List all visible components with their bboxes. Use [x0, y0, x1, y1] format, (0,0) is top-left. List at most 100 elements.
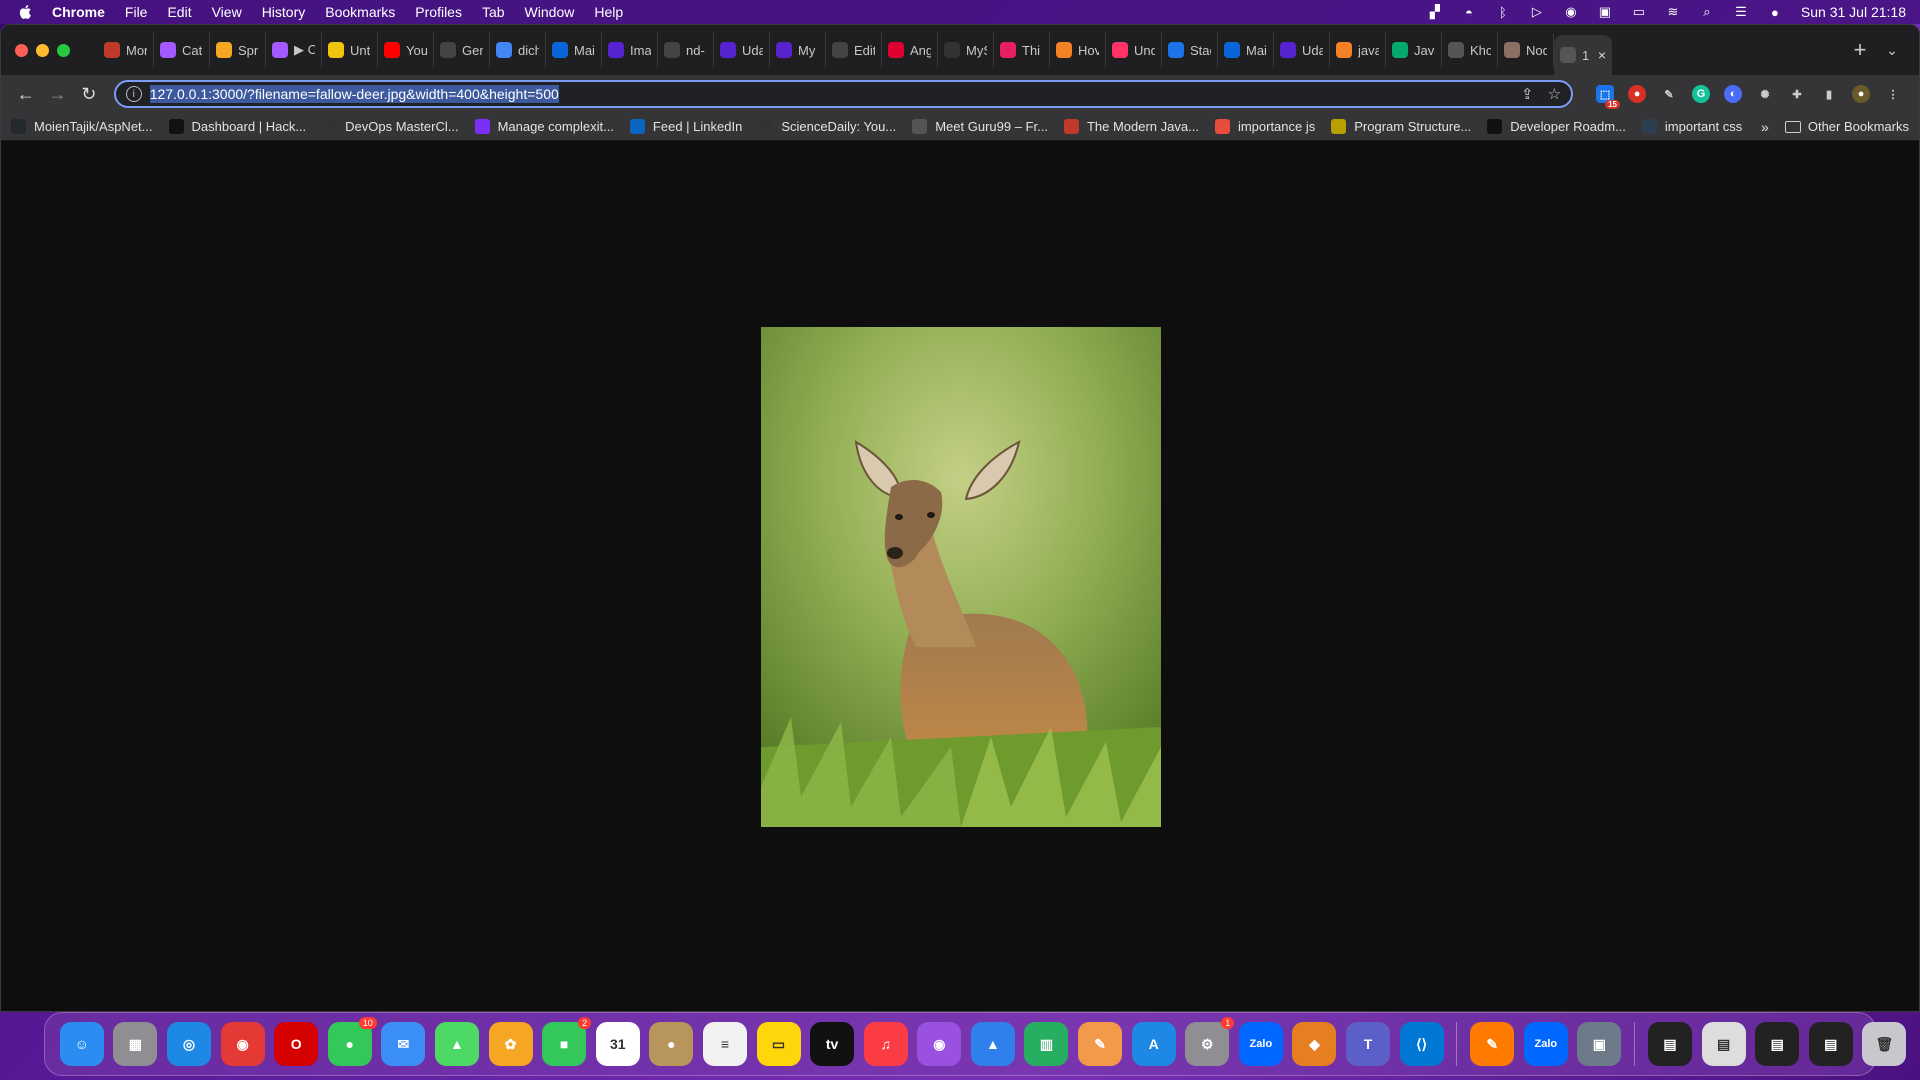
- bookmark-item[interactable]: Developer Roadm...: [1487, 119, 1626, 134]
- dock-window-thumb-4-icon[interactable]: ▤: [1808, 1022, 1853, 1066]
- menu-file[interactable]: File: [125, 4, 148, 20]
- dock-appstore-icon[interactable]: A: [1131, 1022, 1176, 1066]
- dock-calendar-icon[interactable]: 31: [595, 1022, 640, 1066]
- close-window-button[interactable]: [15, 43, 28, 57]
- tab[interactable]: You: [378, 33, 434, 67]
- dock-maps-icon[interactable]: ▲: [434, 1022, 479, 1066]
- wifi-icon[interactable]: ≋: [1665, 4, 1681, 19]
- dock-facetime-icon[interactable]: ■ 2: [542, 1017, 592, 1066]
- menu-profiles[interactable]: Profiles: [415, 4, 462, 20]
- menu-history[interactable]: History: [262, 4, 306, 20]
- dock-zalo-2-icon[interactable]: Zalo: [1523, 1022, 1568, 1066]
- tab[interactable]: Mon: [98, 33, 154, 67]
- bluetooth-icon[interactable]: ᛒ: [1495, 5, 1511, 20]
- tab[interactable]: Mai: [1218, 33, 1274, 67]
- spotlight-search-icon[interactable]: ⌕: [1699, 4, 1715, 19]
- dock-photos-icon[interactable]: ✿: [488, 1022, 533, 1066]
- bookmarks-overflow-button[interactable]: »: [1761, 119, 1769, 135]
- pen-extension-icon[interactable]: ✎: [1660, 85, 1678, 103]
- menu-tab[interactable]: Tab: [482, 4, 505, 20]
- tab[interactable]: MyS: [938, 33, 994, 67]
- bookmark-item[interactable]: Program Structure...: [1331, 119, 1471, 134]
- battery-icon[interactable]: ▭: [1631, 4, 1647, 19]
- back-button[interactable]: ←: [11, 79, 41, 109]
- status-icon-1[interactable]: ▞: [1427, 4, 1443, 19]
- site-info-icon[interactable]: i: [125, 86, 142, 102]
- status-icon-2[interactable]: ◓: [1461, 5, 1477, 20]
- tab[interactable]: Spri: [210, 33, 266, 67]
- tab[interactable]: Kho: [1442, 33, 1498, 67]
- dock-teams-icon[interactable]: T: [1346, 1022, 1391, 1066]
- dock-music-icon[interactable]: ♫: [863, 1022, 908, 1066]
- control-center-icon[interactable]: ☰: [1733, 4, 1749, 19]
- other-bookmarks-folder[interactable]: Other Bookmarks: [1784, 119, 1909, 134]
- tab[interactable]: java: [1330, 33, 1386, 67]
- tab-close-icon[interactable]: ×: [1598, 47, 1606, 63]
- dock-safari-icon[interactable]: ◎: [166, 1022, 211, 1066]
- tab[interactable]: Und: [1106, 33, 1162, 67]
- minimize-window-button[interactable]: [36, 43, 49, 57]
- dock-podcasts-icon[interactable]: ◉: [917, 1022, 962, 1066]
- play-icon[interactable]: ▷: [1529, 4, 1545, 19]
- grammarly-icon[interactable]: G: [1692, 85, 1711, 103]
- zoom-window-button[interactable]: [57, 43, 70, 57]
- dock-reminders-icon[interactable]: ≡: [702, 1022, 747, 1066]
- address-bar-url[interactable]: 127.0.0.1:3000/?filename=fallow-deer.jpg…: [149, 85, 559, 103]
- dock-keynote-icon[interactable]: ▲: [970, 1022, 1015, 1066]
- menu-clock[interactable]: Sun 31 Jul 21:18: [1801, 4, 1906, 20]
- tab[interactable]: Unt: [322, 33, 378, 67]
- dock-opera-icon[interactable]: O: [274, 1022, 319, 1066]
- tab[interactable]: ▶ C: [266, 33, 322, 67]
- bookmark-item[interactable]: Dashboard | Hack...: [168, 119, 306, 134]
- dock-system-preferences-icon[interactable]: ⚙ 1: [1185, 1017, 1235, 1066]
- menu-view[interactable]: View: [212, 4, 242, 20]
- browser-menu-icon[interactable]: ⋮: [1884, 85, 1902, 103]
- bookmark-item[interactable]: Feed | LinkedIn: [629, 119, 742, 134]
- bookmark-item[interactable]: importance js: [1214, 119, 1315, 134]
- tab-active[interactable]: 1 ×: [1554, 35, 1612, 75]
- profile-avatar[interactable]: ●: [1852, 85, 1871, 103]
- tab[interactable]: Ima: [602, 33, 658, 67]
- address-bar[interactable]: i 127.0.0.1:3000/?filename=fallow-deer.j…: [113, 80, 1574, 108]
- extension-icon-2[interactable]: ●: [1628, 85, 1647, 103]
- tab[interactable]: Gen: [434, 33, 490, 67]
- dock-contacts-icon[interactable]: ●: [649, 1022, 694, 1066]
- tab[interactable]: Ang: [882, 33, 938, 67]
- tab[interactable]: Nod: [1498, 33, 1554, 67]
- dock-vscode-icon[interactable]: ⟨⟩: [1399, 1022, 1444, 1066]
- dock-notes-icon[interactable]: ▭: [756, 1022, 801, 1066]
- dock-zalo-icon[interactable]: Zalo: [1238, 1022, 1283, 1066]
- record-icon[interactable]: ◉: [1563, 4, 1579, 19]
- tab[interactable]: nd-: [658, 33, 714, 67]
- apple-logo-icon[interactable]: [18, 4, 32, 20]
- bookmark-item[interactable]: important css: [1641, 119, 1742, 134]
- bookmark-star-icon[interactable]: ☆: [1548, 85, 1561, 103]
- dock-trash-icon[interactable]: 🗑: [1862, 1022, 1907, 1066]
- menu-bookmarks[interactable]: Bookmarks: [325, 4, 395, 20]
- tab[interactable]: Cat: [154, 33, 210, 67]
- siri-icon[interactable]: ●: [1767, 5, 1783, 20]
- tab[interactable]: Hov: [1050, 33, 1106, 67]
- menu-window[interactable]: Window: [525, 4, 575, 20]
- dock-appletv-icon[interactable]: tv: [810, 1022, 855, 1066]
- dock-numbers-icon[interactable]: ▥: [1024, 1022, 1069, 1066]
- dock-mail-icon[interactable]: ✉: [381, 1022, 426, 1066]
- bookmark-item[interactable]: Meet Guru99 – Fr...: [912, 119, 1048, 134]
- tab[interactable]: Stac: [1162, 33, 1218, 67]
- tab-search-chevron-icon[interactable]: ⌄: [1877, 35, 1907, 65]
- tab[interactable]: Java: [1386, 33, 1442, 67]
- menu-app-name[interactable]: Chrome: [52, 4, 105, 20]
- extension-icon-1[interactable]: ⬚ 15: [1596, 85, 1621, 109]
- tab[interactable]: Uda: [1274, 33, 1330, 67]
- menu-edit[interactable]: Edit: [167, 4, 191, 20]
- extension-icon-5[interactable]: ◐: [1724, 85, 1743, 103]
- bookmark-item[interactable]: Manage complexit...: [474, 119, 614, 134]
- new-tab-button[interactable]: +: [1843, 33, 1877, 67]
- dock-messages-icon[interactable]: ● 10: [327, 1017, 377, 1066]
- dock-window-thumb-2-icon[interactable]: ▤: [1701, 1022, 1746, 1066]
- menu-help[interactable]: Help: [594, 4, 623, 20]
- share-icon[interactable]: ⇪: [1521, 85, 1534, 103]
- extension-icon-6[interactable]: ✺: [1756, 85, 1774, 103]
- dock-box-app-icon[interactable]: ◆: [1292, 1022, 1337, 1066]
- menu-extra-icon[interactable]: ▣: [1597, 4, 1613, 19]
